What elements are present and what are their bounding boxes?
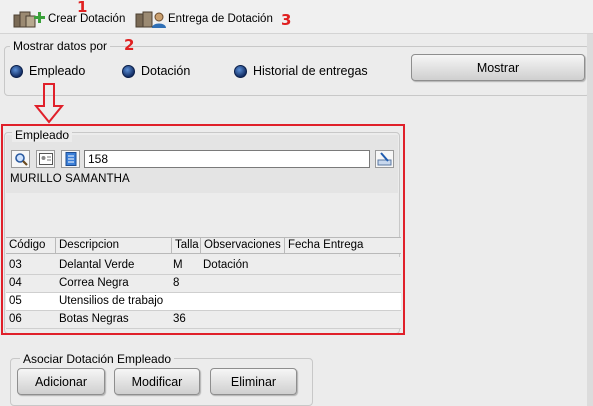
modificar-button[interactable]: Modificar: [114, 368, 200, 395]
mostrar-button[interactable]: Mostrar: [411, 54, 585, 81]
boxes-person-icon: [135, 11, 166, 28]
right-edge-scrollbar[interactable]: [587, 34, 593, 406]
radio-dotacion[interactable]: Dotación: [122, 64, 190, 78]
crear-dotacion-button[interactable]: Crear Dotación: [12, 8, 125, 30]
annotation-highlight-frame: [1, 124, 405, 335]
radio-empleado[interactable]: Empleado: [10, 64, 85, 78]
radio-button[interactable]: [234, 64, 247, 78]
asociar-legend: Asociar Dotación Empleado: [20, 352, 175, 366]
radio-historial[interactable]: Historial de entregas: [234, 64, 368, 78]
radio-empleado-label: Empleado: [29, 64, 86, 78]
mostrar-datos-legend: Mostrar datos por: [10, 39, 111, 53]
down-arrow-icon: [34, 83, 64, 124]
adicionar-button[interactable]: Adicionar: [17, 368, 105, 395]
eliminar-button[interactable]: Eliminar: [210, 368, 297, 395]
radio-button[interactable]: [122, 64, 135, 78]
entrega-dotacion-button[interactable]: Entrega de Dotación: [134, 8, 273, 30]
annotation-marker-2: 2: [124, 36, 135, 54]
radio-button[interactable]: [10, 64, 23, 78]
radio-dotacion-label: Dotación: [141, 64, 191, 78]
radio-historial-label: Historial de entregas: [253, 64, 368, 78]
annotation-marker-3: 3: [281, 11, 292, 29]
toolbar: Crear Dotación 1 Entrega de Dotación 3: [0, 0, 593, 34]
entrega-dotacion-label: Entrega de Dotación: [168, 13, 273, 25]
boxes-add-icon: [13, 11, 45, 28]
annotation-marker-1: 1: [77, 0, 88, 16]
